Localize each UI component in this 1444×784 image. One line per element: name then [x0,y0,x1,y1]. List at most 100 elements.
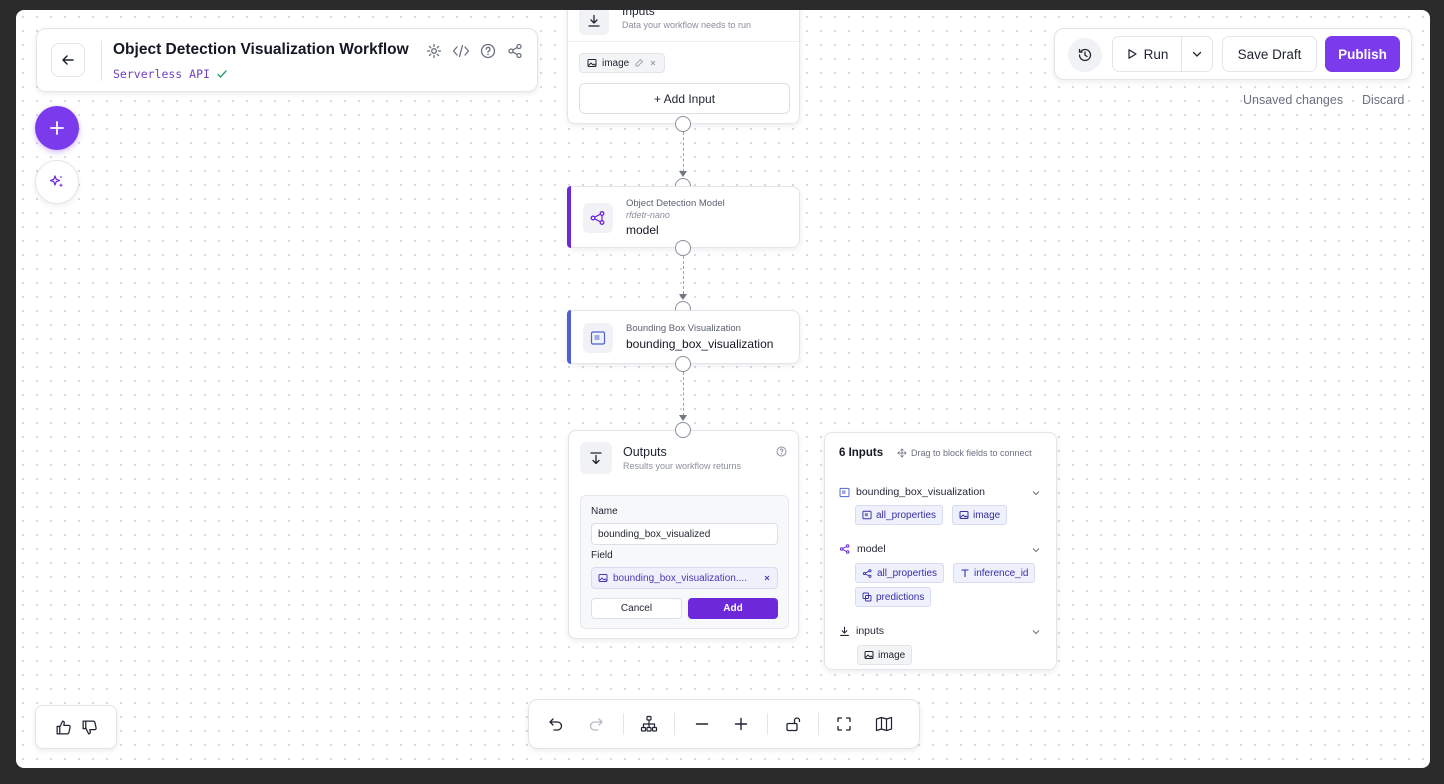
run-button[interactable]: Run [1112,36,1182,72]
model-node-type: Object Detection Model [626,198,725,209]
history-icon [1078,48,1092,62]
chevron-down-icon [1192,51,1202,57]
divider [623,713,624,735]
outputs-node-icon [580,442,612,474]
panel-hint: Drag to block fields to connect [897,448,1032,458]
publish-button[interactable]: Publish [1325,36,1400,72]
available-inputs-panel: 6 Inputs Drag to block fields to connect… [824,432,1057,670]
field-chip-all-properties[interactable]: all_properties [855,505,944,525]
redo-icon[interactable] [585,713,607,735]
help-icon[interactable] [479,42,497,60]
field-chip-inference-id[interactable]: inference_id [953,563,1036,583]
divider [674,713,675,735]
group-model[interactable]: model [839,543,886,555]
header-actions [425,42,524,60]
inputs-node-divider [568,41,799,42]
undo-icon[interactable] [545,713,567,735]
chevron-down-icon [1032,630,1040,635]
auto-layout-icon[interactable] [638,713,660,735]
help-icon[interactable] [775,445,787,457]
arrow-left-icon [62,55,74,65]
move-icon [897,448,907,458]
save-draft-button[interactable]: Save Draft [1222,36,1317,72]
chevron-down-icon [1032,491,1040,496]
outputs-node-title: Outputs [623,445,667,459]
discard-button[interactable]: Discard [1362,93,1404,107]
add-output-form: Name bounding_box_visualized Field bound… [580,495,789,629]
run-label: Run [1143,46,1169,62]
inputs-node[interactable]: Inputs Data your workflow needs to run i… [567,10,800,124]
back-button[interactable] [51,43,85,77]
viz-node-name: bounding_box_visualization [626,337,774,351]
deployment-status: Serverless API [113,67,228,81]
viz-node-icon [583,323,613,353]
divider [767,713,768,735]
thumbs-up-icon[interactable] [55,719,72,736]
edit-icon [635,58,644,67]
network-icon [862,568,872,578]
close-icon [650,60,656,66]
model-node[interactable]: Object Detection Model rfdetr-nano model [567,186,800,248]
workflow-title: Object Detection Visualization Workflow [113,41,409,58]
history-button[interactable] [1068,38,1102,72]
feedback-bar [35,705,117,749]
model-output-handle[interactable] [675,240,691,256]
input-chip-label: image [602,57,630,69]
thumbs-down-icon[interactable] [81,719,98,736]
model-node-model-id: rfdetr-nano [626,210,670,220]
group-name: inputs [856,625,885,637]
minimap-icon[interactable] [873,713,895,735]
group-inputs[interactable]: inputs [839,625,884,637]
check-icon [217,70,227,79]
bounding-box-icon [590,331,606,345]
output-field-value: bounding_box_visualization.... [613,572,747,584]
field-chip-image[interactable]: image [952,505,1008,525]
viz-output-handle[interactable] [675,356,691,372]
outputs-input-handle[interactable] [675,422,691,438]
play-icon [1128,49,1137,59]
input-chip-image[interactable]: image [579,53,666,73]
edge-arrow [679,171,687,177]
edge-arrow [679,294,687,300]
download-icon [588,14,600,27]
image-icon [864,651,874,659]
header-divider [101,41,102,81]
model-node-accent [567,186,571,248]
cancel-button[interactable]: Cancel [591,598,682,619]
field-label: Field [591,550,613,561]
output-name-input[interactable]: bounding_box_visualized [591,523,778,545]
field-chip-all-properties[interactable]: all_properties [855,563,945,583]
window-frame: Object Detection Visualization Workflow … [0,0,1444,784]
group-bounding-box-visualization[interactable]: bounding_box_visualization [839,486,985,498]
chevron-down-icon [1032,548,1040,553]
viz-node-type: Bounding Box Visualization [626,323,741,334]
run-toolbar: Run Save Draft Publish [1054,28,1412,80]
output-field-chip[interactable]: bounding_box_visualization.... [591,567,778,589]
zoom-in-icon[interactable] [730,713,752,735]
gear-icon[interactable] [425,42,443,60]
edge-model-viz [683,256,684,294]
predictions-icon [862,592,872,602]
add-block-button[interactable] [35,106,79,150]
deployment-label: Serverless API [113,67,210,81]
fit-view-icon[interactable] [833,713,855,735]
zoom-out-icon[interactable] [691,713,713,735]
inputs-node-description: Data your workflow needs to run [622,20,752,30]
outputs-node[interactable]: Outputs Results your workflow returns Na… [568,430,799,639]
code-icon[interactable] [452,42,470,60]
add-output-button[interactable]: Add [688,598,778,619]
field-chip-image[interactable]: image [857,645,913,665]
bounding-box-icon [839,487,850,497]
unlock-icon[interactable] [782,713,804,735]
share-icon[interactable] [506,42,524,60]
inputs-output-handle[interactable] [675,116,691,132]
image-icon [587,59,597,67]
image-icon [598,574,608,582]
add-input-button[interactable]: + Add Input [579,83,790,114]
ai-assistant-button[interactable] [35,160,79,204]
run-options-button[interactable] [1181,36,1213,72]
panel-hint-text: Drag to block fields to connect [911,448,1032,458]
workflow-header: Object Detection Visualization Workflow … [36,28,538,92]
workflow-canvas[interactable]: Object Detection Visualization Workflow … [16,10,1430,768]
field-chip-predictions[interactable]: predictions [855,587,932,607]
